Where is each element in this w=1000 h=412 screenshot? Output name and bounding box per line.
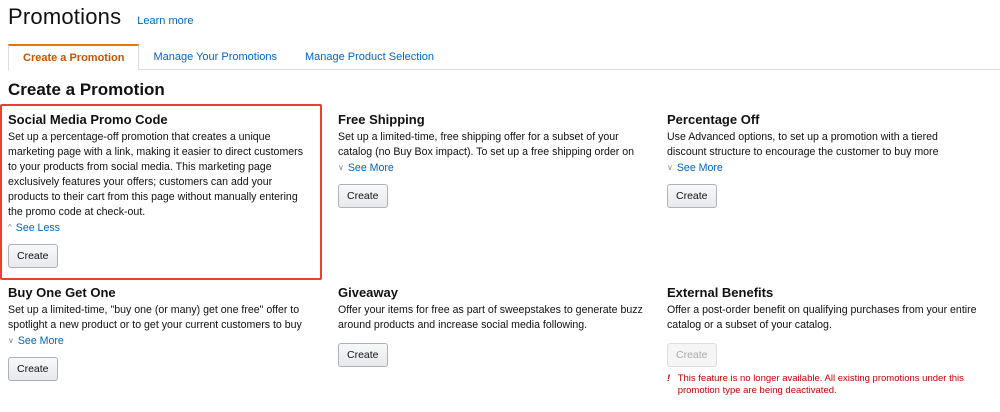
create-button-disabled: Create: [667, 343, 717, 367]
card-percentage-off: Percentage Off Use Advanced options, to …: [667, 112, 977, 208]
create-button[interactable]: Create: [8, 244, 58, 268]
see-more-label: See More: [17, 335, 64, 347]
page-header: Promotions Learn more: [8, 4, 194, 30]
warning-icon: !: [667, 373, 671, 384]
card-free-shipping: Free Shipping Set up a limited-time, fre…: [338, 112, 648, 208]
page-title: Promotions: [8, 4, 122, 29]
tab-bar: Create a Promotion Manage Your Promotion…: [8, 44, 1000, 71]
tab-manage-your-promotions[interactable]: Manage Your Promotions: [139, 44, 291, 70]
card-description: Offer a post-order benefit on qualifying…: [667, 304, 977, 331]
tab-create-a-promotion[interactable]: Create a Promotion: [8, 44, 140, 71]
card-giveaway: Giveaway Offer your items for free as pa…: [338, 285, 648, 367]
deactivation-warning: ! This feature is no longer available. A…: [667, 373, 977, 397]
card-external-benefits: External Benefits Offer a post-order ben…: [667, 285, 977, 397]
card-title: Buy One Get One: [8, 285, 116, 300]
card-description: Use Advanced options, to set up a promot…: [667, 131, 939, 158]
see-more-label: See More: [347, 162, 394, 174]
card-title: Giveaway: [338, 285, 398, 300]
see-more-link[interactable]: ∨ See More: [8, 335, 318, 347]
card-description: Offer your items for free as part of swe…: [338, 304, 643, 331]
chevron-down-icon: ∨: [338, 163, 344, 172]
see-less-label: See Less: [15, 222, 60, 234]
create-button[interactable]: Create: [667, 184, 717, 208]
see-more-label: See More: [676, 162, 723, 174]
chevron-up-icon: ^: [8, 223, 12, 232]
create-button[interactable]: Create: [338, 343, 388, 367]
learn-more-link[interactable]: Learn more: [137, 15, 193, 27]
card-title: Free Shipping: [338, 112, 425, 127]
card-buy-one-get-one: Buy One Get One Set up a limited-time, "…: [8, 285, 318, 381]
card-social-media-promo-code: Social Media Promo Code Set up a percent…: [8, 112, 314, 268]
chevron-down-icon: ∨: [667, 163, 673, 172]
card-title: Social Media Promo Code: [8, 112, 168, 127]
card-title: External Benefits: [667, 285, 774, 300]
tab-manage-product-selection[interactable]: Manage Product Selection: [291, 44, 448, 70]
section-title: Create a Promotion: [8, 80, 165, 99]
card-description: Set up a percentage-off promotion that c…: [8, 131, 303, 218]
card-description: Set up a limited-time, free shipping off…: [338, 131, 635, 158]
create-button[interactable]: Create: [338, 184, 388, 208]
warning-text: This feature is no longer available. All…: [677, 373, 964, 396]
card-description: Set up a limited-time, "buy one (or many…: [8, 304, 302, 331]
see-more-link[interactable]: ∨ See More: [667, 162, 977, 174]
chevron-down-icon: ∨: [8, 336, 14, 345]
see-less-link[interactable]: ^ See Less: [8, 222, 314, 234]
create-button[interactable]: Create: [8, 357, 58, 381]
card-title: Percentage Off: [667, 112, 760, 127]
see-more-link[interactable]: ∨ See More: [338, 162, 648, 174]
